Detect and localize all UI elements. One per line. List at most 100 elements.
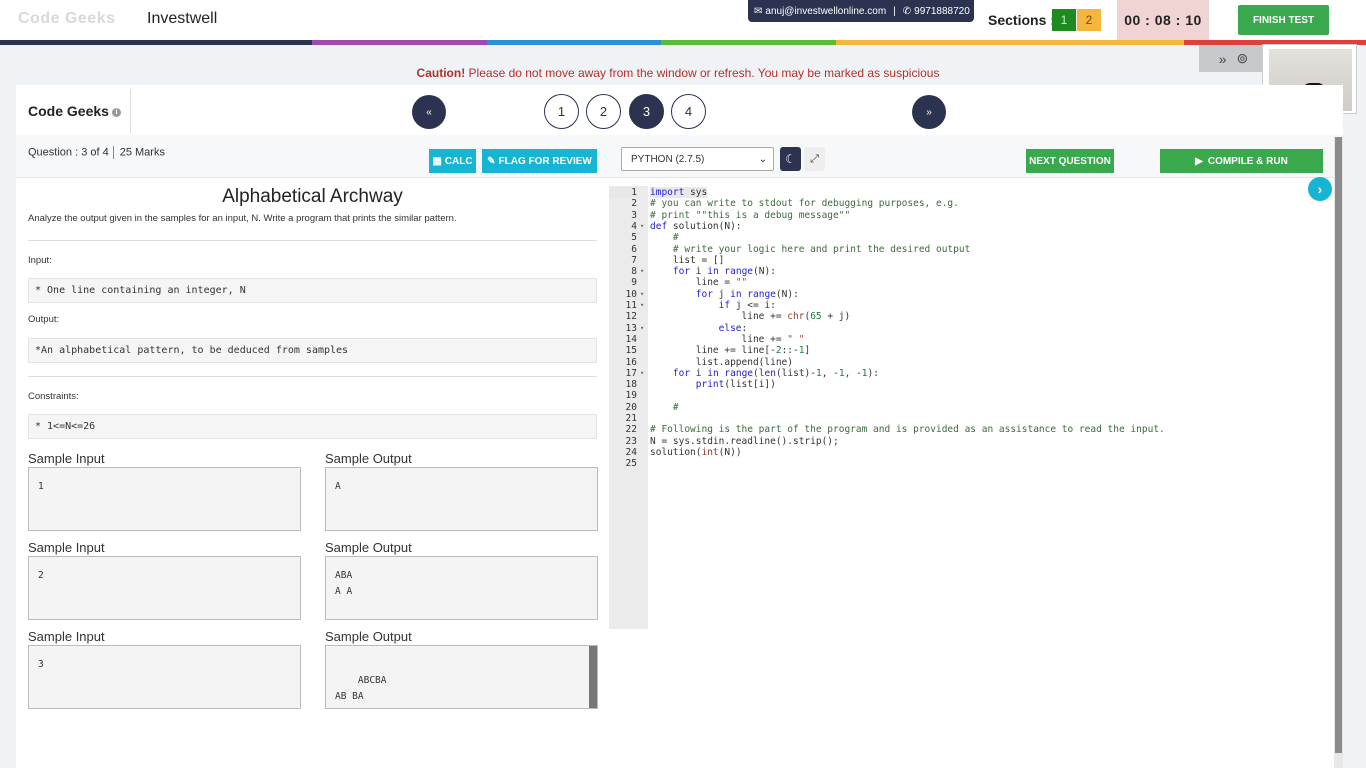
code-line[interactable]: 13 ▾ else: (609, 323, 1336, 334)
code-editor[interactable]: 1 import sys 2 # you can write to stdout fo… (609, 186, 1336, 629)
chevron-right-icon[interactable]: › (1308, 177, 1332, 201)
code-text: if j <= i: (718, 300, 776, 311)
question-1-button[interactable]: 1 (544, 94, 579, 129)
question-meta: Question : 3 of 4 25 Marks (28, 146, 165, 159)
line-number: 18 (625, 379, 637, 391)
line-number: 7 (631, 254, 637, 266)
code-line[interactable]: 4 ▾ def solution(N): (609, 221, 1336, 232)
fold-arrow-icon[interactable]: ▾ (640, 289, 644, 300)
fold-arrow-icon[interactable]: ▾ (640, 266, 644, 277)
code-text: line += " " (650, 333, 805, 345)
code-line[interactable]: 20 # (609, 402, 1336, 413)
code-line[interactable]: 24 solution(int(N)) (609, 447, 1336, 458)
pin-icon: ✎ (487, 155, 496, 167)
fold-arrow-icon[interactable]: ▾ (640, 323, 644, 334)
code-line[interactable]: 17 ▾ for i in range(len(list)-1, -1, -1): (609, 368, 1336, 379)
question-position: Question : 3 of 4 (28, 146, 109, 159)
compile-label: COMPILE & RUN (1207, 155, 1288, 167)
code-line[interactable]: 2 # you can write to stdout for debugging… (609, 198, 1336, 209)
test-panel: Code Geeks i « 1 2 3 4 » Question : 3 of … (16, 85, 1343, 768)
finish-test-button[interactable]: FINISH TEST (1238, 5, 1329, 35)
constraints-text: * 1<=N<=26 (28, 414, 597, 439)
code-line[interactable]: 6 # write your logic here and print the … (609, 244, 1336, 255)
code-line[interactable]: 14 line += " " (609, 334, 1336, 345)
fullscreen-button[interactable]: ⤢ (804, 147, 825, 171)
language-value: PYTHON (2.7.5) (631, 153, 705, 165)
color-segment (836, 40, 1184, 45)
code-line[interactable]: 11 ▾ if j <= i: (609, 300, 1336, 311)
code-text: for i in range(N): (672, 266, 776, 278)
color-segment (312, 40, 487, 45)
code-text: import sys (650, 187, 708, 199)
line-number: 16 (625, 356, 637, 368)
code-line[interactable]: 23 N = sys.stdin.readline().strip(); (609, 436, 1336, 447)
line-number: 6 (631, 243, 637, 255)
fold-arrow-icon[interactable]: ▾ (640, 368, 644, 379)
line-number: 21 (625, 413, 637, 424)
sample-output-label: Sample Output (325, 629, 412, 644)
phone-icon: ✆ (902, 5, 912, 17)
contact-info: ✉ anuj@investwellonline.com | ✆ 99718887… (748, 0, 974, 22)
code-line[interactable]: 8 ▾ for i in range(N): (609, 266, 1336, 277)
code-line[interactable]: 25 (609, 458, 1336, 469)
collapse-icon[interactable]: » (1219, 51, 1227, 67)
code-line[interactable]: 22 # Following is the part of the program… (609, 424, 1336, 435)
company-name: Investwell (147, 10, 218, 27)
sample-input-label: Sample Input (28, 629, 105, 644)
sample-output-label: Sample Output (325, 451, 412, 466)
dark-mode-toggle[interactable]: ☾ (780, 147, 801, 171)
sections-label: Sections : (988, 12, 1055, 28)
fold-arrow-icon[interactable]: ▾ (640, 300, 644, 311)
code-line[interactable]: 3 # print ""this is a debug message"" (609, 210, 1336, 221)
question-2-button[interactable]: 2 (586, 94, 621, 129)
next-question-arrow[interactable]: » (912, 95, 946, 129)
calculator-button[interactable]: ▦ CALC (429, 149, 476, 173)
line-number: 25 (625, 458, 637, 470)
code-line[interactable]: 9 line = "" (609, 277, 1336, 288)
line-number: 15 (625, 345, 637, 357)
code-line[interactable]: 15 line += line[-2::-1] (609, 345, 1336, 356)
section-2-badge[interactable]: 2 (1077, 9, 1101, 31)
code-line[interactable]: 16 list.append(line) (609, 357, 1336, 368)
question-4-button[interactable]: 4 (671, 94, 706, 129)
language-select[interactable]: PYTHON (2.7.5) ⌄ (621, 147, 774, 171)
fold-arrow-icon[interactable]: ▾ (640, 221, 644, 232)
section-1-badge[interactable]: 1 (1052, 9, 1076, 31)
line-number: 12 (625, 311, 637, 323)
code-line[interactable]: 10 ▾ for j in range(N): (609, 289, 1336, 300)
code-line[interactable]: 19 (609, 390, 1336, 401)
question-marks: 25 Marks (119, 146, 165, 159)
scrollbar[interactable] (589, 646, 597, 708)
scrollbar[interactable] (1334, 137, 1343, 768)
code-line[interactable]: 12 line += chr(65 + j) (609, 311, 1336, 322)
question-3-button[interactable]: 3 (629, 94, 664, 129)
prev-question-button[interactable]: « (412, 95, 446, 129)
compile-run-button[interactable]: ▶ COMPILE & RUN (1160, 149, 1323, 173)
info-icon[interactable]: i (111, 107, 121, 117)
contact-phone: 9971888720 (914, 5, 970, 17)
flag-for-review-button[interactable]: ✎ FLAG FOR REVIEW (482, 149, 597, 173)
code-line[interactable]: 1 import sys (609, 187, 1336, 199)
divider (28, 240, 597, 241)
caution-banner: Caution! Please do not move away from th… (0, 66, 1356, 80)
input-label: Input: (28, 255, 52, 266)
webcam-icon[interactable]: ⊚ (1237, 50, 1249, 67)
code-line[interactable]: 18 print(list[i]) (609, 379, 1336, 390)
color-progress-bar (0, 40, 1366, 45)
sample-input-label: Sample Input (28, 540, 105, 555)
line-number: 3 (631, 209, 637, 221)
code-line[interactable]: 21 (609, 413, 1336, 424)
line-number: 13 (625, 322, 637, 334)
sample-input-label: Sample Input (28, 451, 105, 466)
countdown-timer: 00 : 08 : 10 (1117, 0, 1209, 40)
divider (130, 89, 131, 133)
top-header: Code Geeks Investwell ✉ anuj@investwello… (0, 0, 1366, 40)
expand-icon: ⤢ (810, 152, 819, 165)
code-line[interactable]: 7 list = [] (609, 255, 1336, 266)
calculator-label: CALC (444, 155, 473, 167)
code-text: line += chr(65 + j) (650, 311, 851, 323)
sample-input-box: 2 (28, 556, 301, 620)
next-question-button[interactable]: NEXT QUESTION (1026, 149, 1114, 173)
code-line[interactable]: 5 # (609, 232, 1336, 243)
code-text: N = sys.stdin.readline().strip(); (650, 435, 839, 447)
